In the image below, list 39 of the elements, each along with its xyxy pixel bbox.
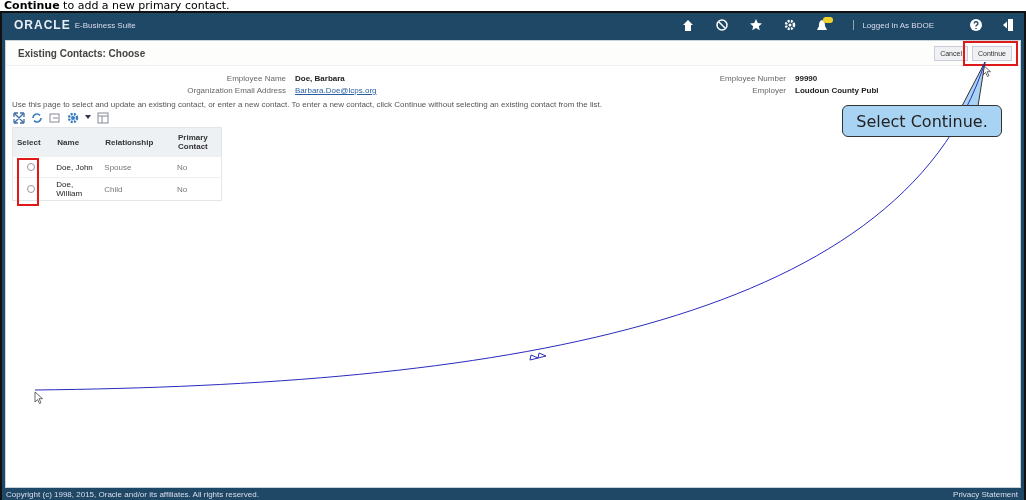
radio-button[interactable] (27, 163, 35, 171)
column-header: Relationship (102, 127, 175, 157)
table-cell: No (175, 177, 222, 201)
logout-icon[interactable] (1002, 18, 1014, 32)
table-cell: Child (102, 177, 175, 201)
highlight-box (16, 157, 39, 206)
radio-button[interactable] (27, 185, 35, 193)
table-cell: Doe, John (54, 156, 103, 178)
detach-icon[interactable] (12, 111, 26, 125)
user-label: Logged In As BDOE (862, 20, 934, 30)
highlight-box (962, 40, 1018, 66)
refresh-icon[interactable] (30, 111, 44, 125)
column-header: Select (12, 127, 55, 157)
field-value: Loudoun County Publ (795, 86, 880, 95)
instruction-caption: Continue to add a new primary contact. (3, 0, 231, 11)
oracle-logo: ORACLE (14, 18, 71, 32)
table-cell: Doe, William (54, 177, 103, 201)
copyright-text: Copyright (c) 1998, 2015, Oracle and/or its affiliates. All rights reserved. (6, 489, 259, 499)
instruction-text: Use this page to select and update an existing contact, or enter a new contact. To enter a new contact, click Continue without selecting an existing contact from the list. (12, 100, 603, 109)
settings-icon[interactable] (66, 111, 80, 125)
star-icon[interactable] (749, 18, 764, 32)
field-label: Employee Name (225, 74, 286, 83)
notification-icon[interactable] (817, 18, 832, 32)
table-cell: Spouse (102, 156, 175, 178)
cursor-icon (34, 391, 43, 404)
column-header: Name (54, 127, 103, 157)
settings-icon[interactable] (783, 18, 798, 32)
table-cell: No (175, 156, 222, 178)
product-name: E-Business Suite (74, 20, 136, 30)
field-label: Organization Email Address (186, 86, 286, 95)
privacy-link[interactable]: Privacy Statement (953, 489, 1018, 499)
field-value: 99990 (795, 74, 819, 83)
field-label: Employee Number (718, 74, 786, 83)
help-icon[interactable] (970, 19, 982, 31)
page-title: Existing Contacts: Choose (18, 47, 147, 59)
field-value: Doe, Barbara (295, 74, 346, 83)
email-link[interactable]: Barbara.Doe@lcps.org (295, 86, 386, 95)
column-header: Primary Contact (175, 127, 222, 157)
field-label: Employer (751, 86, 786, 95)
